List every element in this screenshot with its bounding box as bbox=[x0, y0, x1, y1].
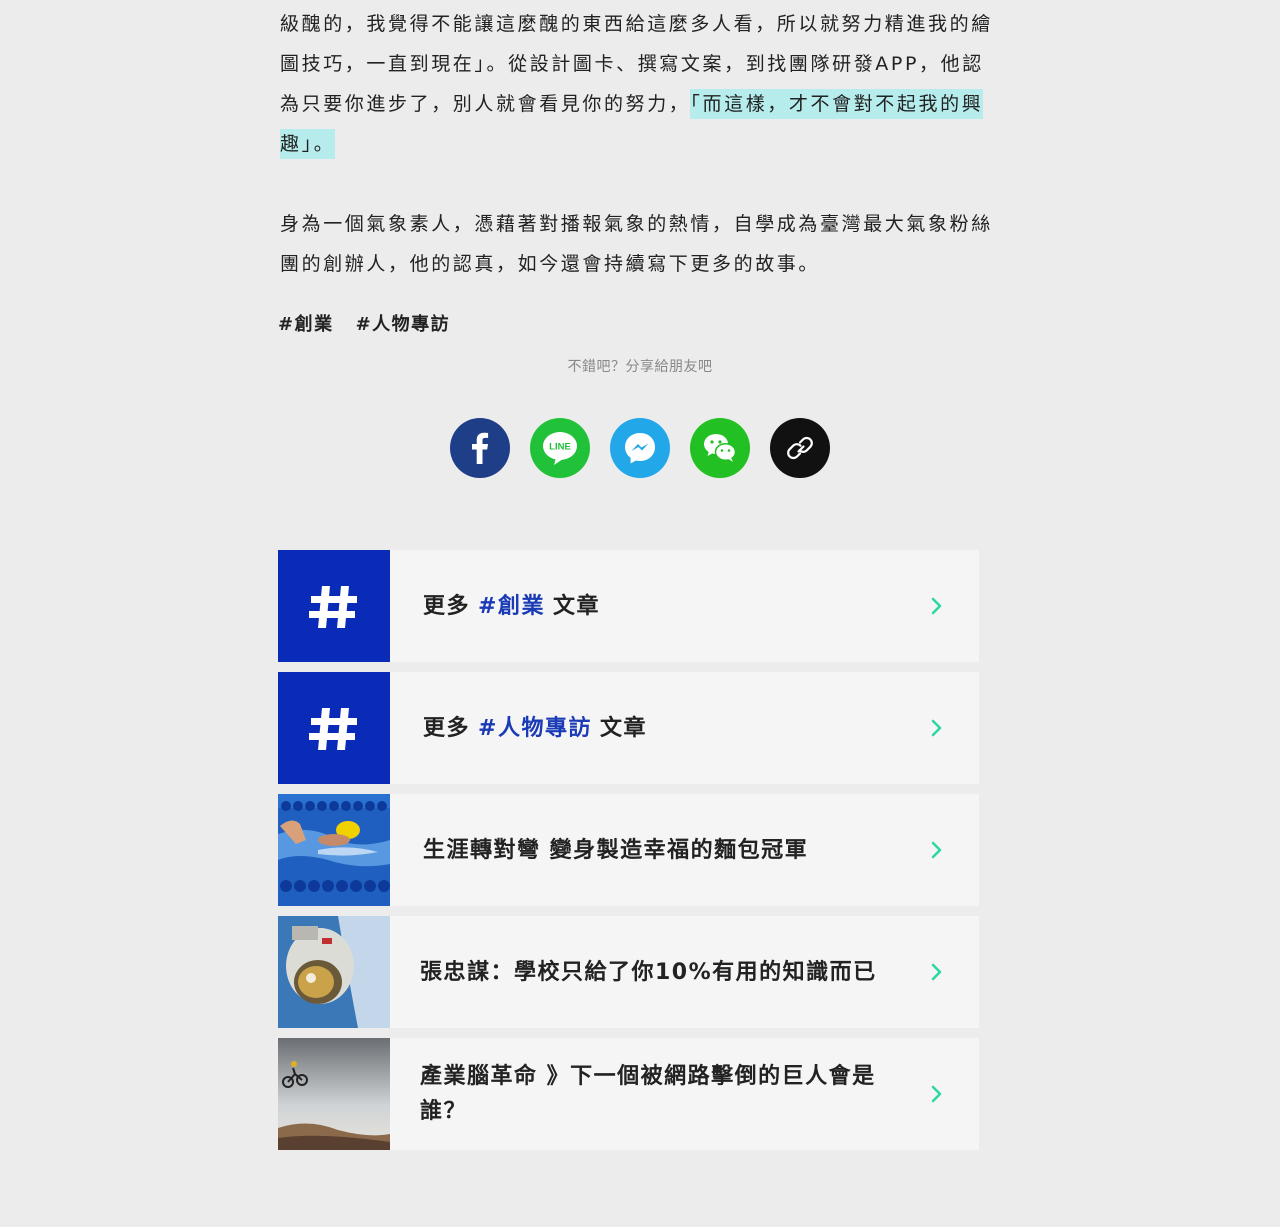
chevron-right-icon bbox=[931, 597, 942, 615]
hashtag-thumbnail bbox=[278, 672, 390, 784]
card-title: 產業腦革命 》下一個被網路擊倒的巨人會是誰？ bbox=[420, 1064, 876, 1124]
article-body: 級醜的，我覺得不能讓這麼醜的東西給這麼多人看，所以就努力精進我的繪圖技巧，一直到… bbox=[280, 0, 1000, 284]
wechat-share-button[interactable] bbox=[690, 418, 750, 478]
more-prefix: 更多 bbox=[423, 593, 471, 619]
more-tag-keyword: #創業 bbox=[478, 593, 545, 619]
tag-interview[interactable]: #人物專訪 bbox=[356, 310, 451, 336]
more-suffix: 文章 bbox=[599, 715, 647, 741]
more-tag-keyword: #人物專訪 bbox=[478, 715, 592, 741]
card-title: 張忠謀：學校只給了你10%有用的知識而已 bbox=[420, 959, 877, 985]
article-paragraph: 級醜的，我覺得不能讓這麼醜的東西給這麼多人看，所以就努力精進我的繪圖技巧，一直到… bbox=[280, 0, 1000, 164]
hashtag-thumbnail bbox=[278, 550, 390, 662]
copy-link-button[interactable] bbox=[770, 418, 830, 478]
astronaut-image bbox=[278, 916, 390, 1028]
hashtag-icon bbox=[309, 708, 357, 750]
line-logo-text: LINE bbox=[549, 442, 571, 453]
more-tag-card-entrepreneurship[interactable]: 更多 #創業 文章 bbox=[278, 550, 979, 662]
wechat-icon bbox=[704, 434, 737, 462]
more-prefix: 更多 bbox=[423, 715, 471, 741]
hashtag-icon bbox=[309, 586, 357, 628]
related-article-card[interactable]: 張忠謀：學校只給了你10%有用的知識而已 bbox=[278, 916, 979, 1028]
card-title: 更多 #人物專訪 文章 bbox=[390, 711, 979, 746]
swimmer-thumbnail bbox=[278, 794, 390, 906]
more-tag-card-interview[interactable]: 更多 #人物專訪 文章 bbox=[278, 672, 979, 784]
messenger-share-button[interactable] bbox=[610, 418, 670, 478]
line-icon: LINE bbox=[543, 432, 577, 465]
more-suffix: 文章 bbox=[552, 593, 600, 619]
tag-entrepreneurship[interactable]: #創業 bbox=[278, 310, 334, 336]
facebook-icon bbox=[472, 432, 489, 464]
cyclist-thumbnail bbox=[278, 1038, 390, 1150]
swimmer-image bbox=[278, 794, 390, 906]
chevron-right-icon bbox=[931, 1085, 942, 1103]
line-share-button[interactable]: LINE bbox=[530, 418, 590, 478]
chevron-right-icon bbox=[931, 841, 942, 859]
related-article-card[interactable]: 生涯轉對彎 變身製造幸福的麵包冠軍 bbox=[278, 794, 979, 906]
chevron-right-icon bbox=[931, 719, 942, 737]
astronaut-thumbnail bbox=[278, 916, 390, 1028]
share-prompt: 不錯吧？分享給朋友吧 bbox=[567, 359, 713, 375]
cyclist-image bbox=[278, 1038, 390, 1150]
related-article-card[interactable]: 產業腦革命 》下一個被網路擊倒的巨人會是誰？ bbox=[278, 1038, 979, 1150]
messenger-icon bbox=[625, 433, 655, 464]
article-paragraph: 身為一個氣象素人，憑藉著對播報氣象的熱情，自學成為臺灣最大氣象粉絲團的創辦人，他… bbox=[280, 213, 993, 275]
related-list: 更多 #創業 文章 更多 #人物專訪 文章 生涯轉對彎 變身製造幸福的麵包冠軍 … bbox=[278, 550, 979, 1160]
card-title: 生涯轉對彎 變身製造幸福的麵包冠軍 bbox=[423, 837, 809, 863]
link-icon bbox=[787, 436, 813, 460]
tag-list: #創業 #人物專訪 bbox=[278, 310, 450, 336]
share-buttons: LINE bbox=[450, 418, 830, 478]
chevron-right-icon bbox=[931, 963, 942, 981]
card-title: 更多 #創業 文章 bbox=[390, 589, 979, 624]
facebook-share-button[interactable] bbox=[450, 418, 510, 478]
